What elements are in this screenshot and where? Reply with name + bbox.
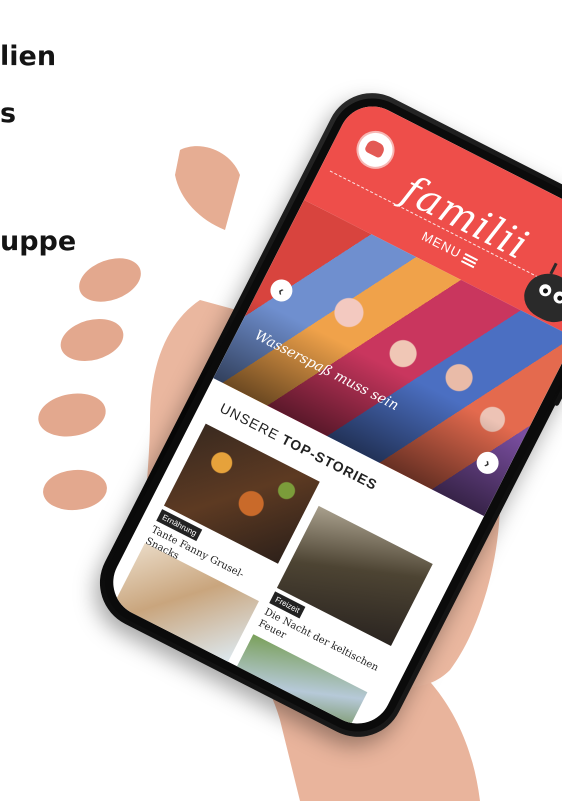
hamburger-icon xyxy=(461,252,479,268)
side-heading-line-3: uppe xyxy=(0,226,77,257)
mascot-eye xyxy=(537,282,554,299)
chevron-left-icon[interactable]: ‹ xyxy=(266,275,297,306)
side-heading-line-2: s xyxy=(0,98,17,129)
side-heading-line-1: lien xyxy=(0,41,57,72)
mascot-eye xyxy=(551,289,562,306)
